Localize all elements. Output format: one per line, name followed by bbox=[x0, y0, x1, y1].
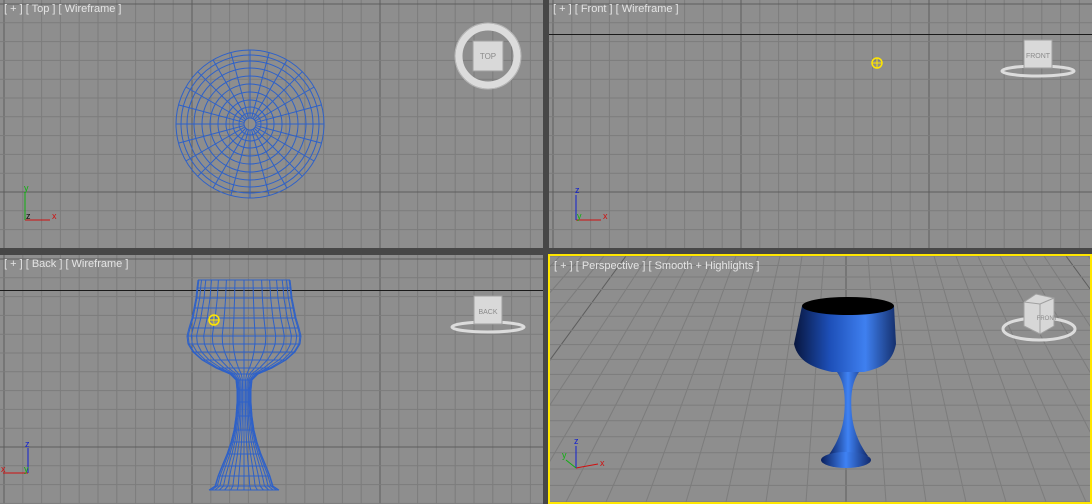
axis-y-label: y bbox=[562, 450, 567, 460]
axis-y-label: y bbox=[577, 211, 582, 221]
axis-z-label: z bbox=[574, 436, 579, 446]
viewport-label-back[interactable]: [ + ] [ Back ] [ Wireframe ] bbox=[4, 258, 128, 270]
axis-tripod: x z y bbox=[575, 185, 608, 221]
axis-tripod: x z y bbox=[1, 439, 30, 474]
axis-x-label: x bbox=[1, 464, 6, 474]
axis-x-label: x bbox=[600, 458, 605, 468]
viewport-label-front[interactable]: [ + ] [ Front ] [ Wireframe ] bbox=[553, 3, 679, 15]
viewport-perspective[interactable]: FRONT x z y [ + ] [ Perspective ] [ Smoo… bbox=[548, 254, 1092, 504]
viewport-label-top[interactable]: [ + ] [ Top ] [ Wireframe ] bbox=[4, 3, 121, 15]
axis-z-label: z bbox=[25, 439, 30, 449]
viewport-front[interactable]: FRONT x z y [ + ] [ Front ] [ Wireframe … bbox=[549, 0, 1092, 248]
axis-x-label: x bbox=[603, 211, 608, 221]
viewport-label-perspective[interactable]: [ + ] [ Perspective ] [ Smooth + Highlig… bbox=[554, 260, 759, 272]
axis-tripod: x z y bbox=[562, 436, 605, 469]
axis-tripod: x y z bbox=[24, 183, 57, 221]
axis-x-label: x bbox=[52, 211, 57, 221]
viewport-back[interactable]: BACK x z y [ + ] [ Back ] [ Wireframe ] bbox=[0, 255, 543, 504]
axis-z-label: z bbox=[575, 185, 580, 195]
axis-y-label: y bbox=[24, 464, 29, 474]
axis-y-label: y bbox=[24, 183, 29, 193]
axis-z-label: z bbox=[26, 211, 31, 221]
viewport-top[interactable]: TOP x y z [ + ] [ Top ] [ Wireframe ] bbox=[0, 0, 543, 248]
